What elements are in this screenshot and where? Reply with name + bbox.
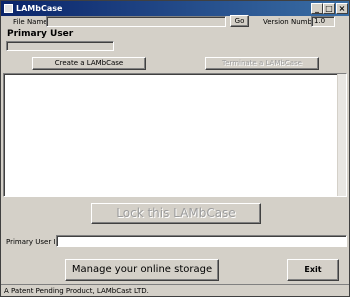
primary-user-field (6, 41, 114, 51)
close-button[interactable]: × (336, 3, 348, 14)
status-bar: A Patent Pending Product, LAMbCast LTD. (1, 284, 349, 296)
exit-button[interactable]: Exit (287, 259, 339, 281)
file-name-label: File Name: (13, 18, 50, 26)
file-name-field[interactable] (46, 16, 226, 27)
app-icon (4, 4, 13, 13)
title-bar[interactable]: LAMbCase _ □ × (1, 1, 349, 16)
maximize-button[interactable]: □ (323, 3, 335, 14)
go-button[interactable]: Go (230, 15, 249, 27)
case-list[interactable] (3, 73, 347, 197)
app-window: LAMbCase _ □ × File Name: Go Version Num… (0, 0, 350, 297)
create-lambcase-button[interactable]: Create a LAMbCase (32, 57, 146, 70)
primary-user-heading: Primary User (7, 29, 74, 39)
vertical-scrollbar[interactable] (337, 74, 346, 196)
manage-storage-button[interactable]: Manage your online storage (65, 259, 219, 281)
status-text: A Patent Pending Product, LAMbCast LTD. (4, 287, 149, 295)
lock-lambcase-button[interactable]: Lock this LAMbCase (91, 203, 261, 224)
terminate-lambcase-button[interactable]: Terminate a LAMbCase (205, 57, 319, 70)
window-title: LAMbCase (16, 4, 63, 13)
primary-user-info-input[interactable] (56, 235, 347, 247)
minimize-button[interactable]: _ (311, 3, 323, 14)
version-field: 1.0 (311, 16, 335, 27)
